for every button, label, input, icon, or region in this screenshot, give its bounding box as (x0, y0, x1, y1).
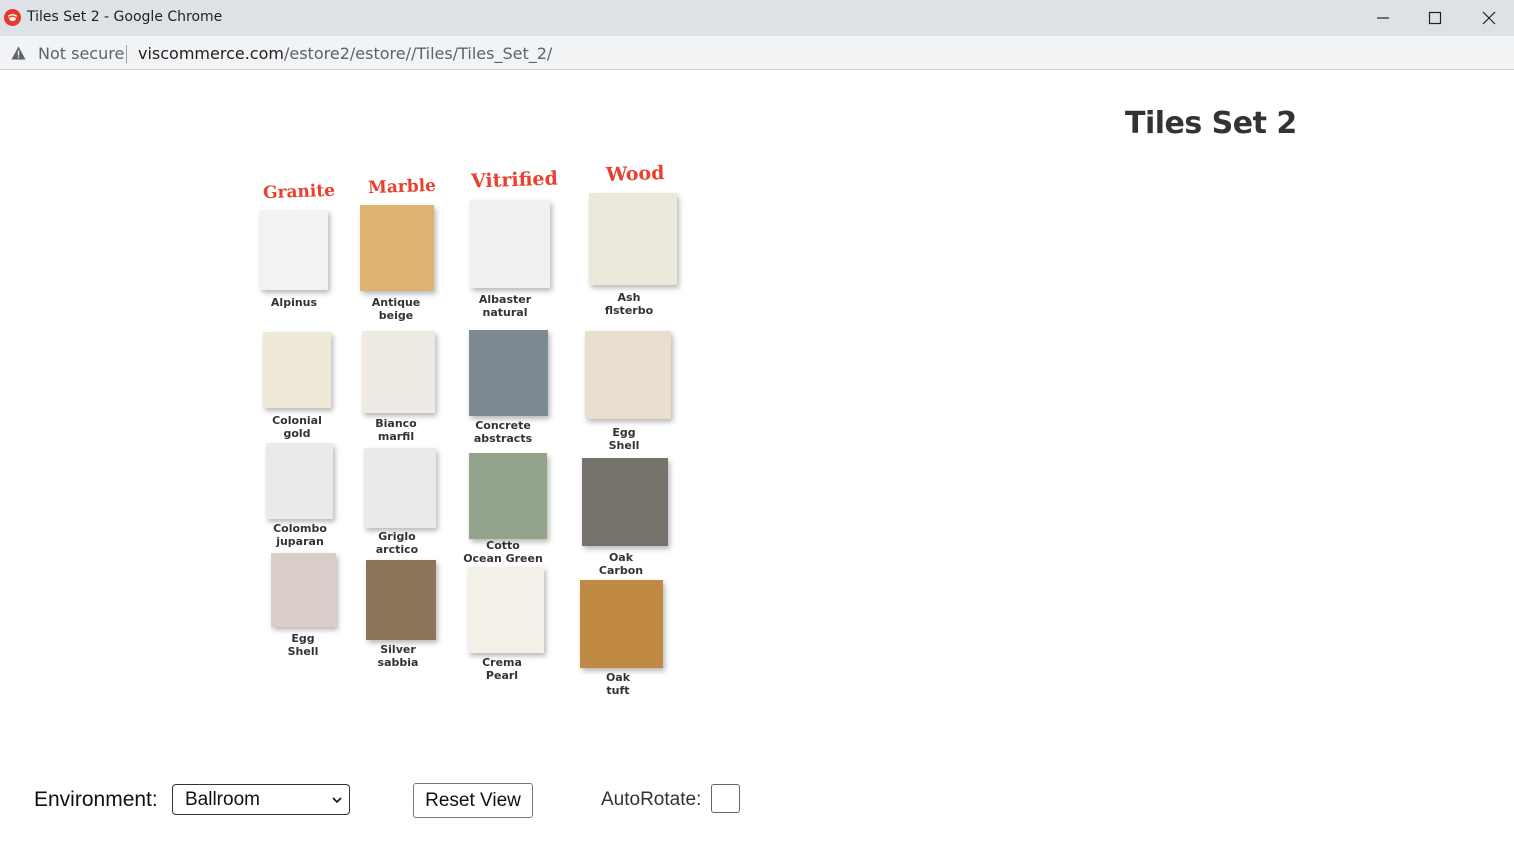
page-title: Tiles Set 2 (1125, 106, 1297, 141)
tile-swatch[interactable] (366, 560, 436, 640)
tile-swatch[interactable] (585, 331, 671, 419)
tile-swatch[interactable] (470, 200, 550, 288)
tile-label: Ash flsterbo (604, 291, 654, 317)
autorotate-label: AutoRotate: (601, 789, 702, 810)
tile-swatch[interactable] (469, 330, 548, 416)
tile-label: Oak tuft (605, 671, 631, 697)
minimize-button[interactable] (1356, 0, 1410, 36)
tile-label: Oak Carbon (598, 551, 644, 577)
window-title: Tiles Set 2 - Google Chrome (27, 9, 223, 25)
environment-value: Ballroom (185, 788, 260, 810)
close-button[interactable] (1462, 0, 1514, 36)
tile-label: Egg Shell (608, 426, 640, 452)
tile-swatch[interactable] (360, 205, 434, 291)
warning-icon[interactable] (11, 46, 26, 60)
category-vitrified: Vitrified (470, 167, 559, 193)
maximize-icon (1428, 11, 1442, 25)
reset-view-button[interactable]: Reset View (413, 783, 533, 818)
tile-label: Griglo arctico (375, 530, 419, 556)
tile-label: Colonial gold (272, 414, 322, 440)
page-content: Tiles Set 2 Granite Marble Vitrified Woo… (0, 70, 1514, 855)
url-text[interactable]: viscommerce.com/estore2/estore//Tiles/Ti… (138, 44, 552, 63)
tile-label: Concrete abstracts (473, 419, 533, 445)
chevron-down-icon (332, 797, 342, 804)
address-separator (126, 45, 127, 63)
tile-label: Albaster natural (478, 293, 532, 319)
tile-label: Silver sabbia (377, 643, 419, 669)
autorotate-checkbox[interactable] (711, 784, 740, 813)
tile-swatch[interactable] (580, 580, 663, 668)
maximize-button[interactable] (1408, 0, 1462, 36)
tile-swatch[interactable] (263, 332, 331, 408)
category-marble: Marble (367, 175, 437, 199)
tile-swatch[interactable] (266, 443, 333, 519)
tile-swatch[interactable] (271, 553, 336, 627)
environment-select[interactable]: Ballroom (172, 784, 350, 815)
tile-label: Egg Shell (287, 632, 319, 658)
tile-label: Antique beige (371, 296, 421, 322)
category-wood: Wood (605, 161, 665, 187)
tile-label: Bianco marfil (375, 417, 417, 443)
tile-label: Alpinus (270, 296, 318, 309)
address-bar[interactable]: Not secure viscommerce.com/estore2/estor… (0, 36, 1514, 70)
url-path: /estore2/estore//Tiles/Tiles_Set_2/ (283, 44, 553, 63)
tile-label: Crema Pearl (482, 656, 522, 682)
category-granite: Granite (262, 180, 336, 204)
tile-swatch[interactable] (589, 193, 677, 285)
minimize-icon (1377, 17, 1389, 19)
close-icon (1482, 11, 1496, 25)
tile-3d-viewer[interactable]: Granite Marble Vitrified Wood Alpinus Ant… (250, 160, 690, 720)
tile-swatch[interactable] (362, 331, 435, 413)
tile-swatch[interactable] (582, 458, 668, 546)
tile-swatch[interactable] (364, 448, 436, 528)
tile-swatch[interactable] (468, 567, 544, 653)
environment-label: Environment: (34, 788, 158, 811)
window-titlebar: Tiles Set 2 - Google Chrome (0, 0, 1514, 36)
viscommerce-icon (4, 9, 21, 26)
not-secure-label[interactable]: Not secure (38, 44, 124, 63)
tile-label: Cotto Ocean Green (463, 539, 543, 565)
tile-swatch[interactable] (469, 453, 547, 539)
tile-swatch[interactable] (260, 210, 328, 290)
tile-label: Colombo juparan (273, 522, 327, 548)
url-host: viscommerce.com (138, 44, 284, 63)
